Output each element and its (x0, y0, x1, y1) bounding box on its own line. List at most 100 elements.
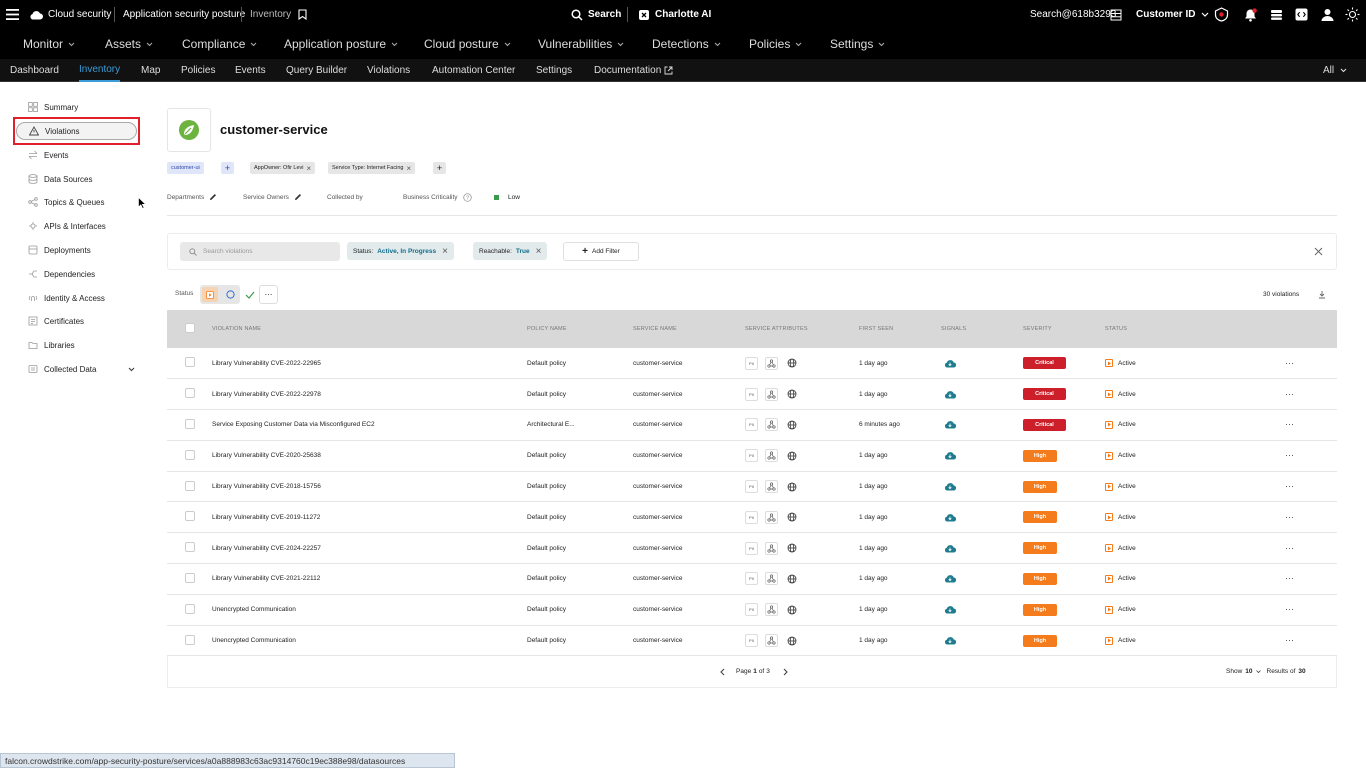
row-actions-button[interactable]: ⋯ (1285, 450, 1294, 460)
tab-automation-center[interactable]: Automation Center (432, 59, 515, 82)
tab-documentation[interactable]: Documentation (594, 59, 673, 82)
status-toggle-in-progress[interactable] (222, 287, 238, 302)
pii-attribute-icon[interactable]: PII (745, 449, 758, 463)
row-checkbox[interactable] (185, 634, 195, 645)
pii-attribute-icon[interactable]: PII (745, 387, 758, 401)
table-row[interactable]: Library Vulnerability CVE-2018-15756 Def… (167, 471, 1337, 502)
nav-policies[interactable]: Policies (749, 29, 802, 59)
close-icon[interactable]: × (536, 246, 542, 257)
pencil-icon[interactable] (294, 193, 302, 201)
column-header[interactable]: FIRST SEEN (859, 310, 941, 348)
row-actions-button[interactable]: ⋯ (1285, 512, 1294, 522)
tab-dashboard[interactable]: Dashboard (10, 59, 59, 82)
tab-map[interactable]: Map (141, 59, 160, 82)
tab-events[interactable]: Events (235, 59, 266, 82)
chevron-right-icon[interactable] (783, 668, 789, 676)
tag-chip-service-type[interactable]: Service Type: Internet Facing × (328, 162, 416, 174)
close-icon[interactable] (1314, 247, 1323, 256)
row-actions-button[interactable]: ⋯ (1285, 358, 1294, 368)
violation-name[interactable]: Library Vulnerability CVE-2022-22978 (212, 379, 527, 410)
row-checkbox[interactable] (185, 449, 195, 460)
table-row[interactable]: Library Vulnerability CVE-2024-22257 Def… (167, 533, 1337, 564)
bookmark-button[interactable] (298, 0, 307, 29)
network-attribute-icon[interactable] (765, 603, 778, 617)
pii-attribute-icon[interactable]: PII (745, 418, 758, 432)
add-filter-button[interactable]: + Add Filter (563, 242, 639, 261)
sidebar-item-deployments[interactable]: Deployments (28, 241, 91, 259)
sidebar-item-apis-interfaces[interactable]: APIs & Interfaces (28, 217, 106, 235)
help-icon[interactable]: ? (462, 192, 472, 202)
chevron-down-icon[interactable] (1255, 669, 1261, 674)
add-tag-button[interactable]: + (221, 162, 234, 174)
row-actions-button[interactable]: ⋯ (1285, 543, 1294, 553)
close-icon[interactable]: × (307, 164, 312, 173)
chevron-left-icon[interactable] (719, 668, 725, 676)
table-row[interactable]: Library Vulnerability CVE-2021-22112 Def… (167, 564, 1337, 595)
charlotte-ai-button[interactable]: Charlotte AI (638, 0, 711, 29)
nav-detections[interactable]: Detections (652, 29, 721, 59)
service-owners-field[interactable]: Service Owners (243, 192, 302, 202)
internet-facing-attribute-icon[interactable] (785, 541, 798, 555)
nav-vulnerabilities[interactable]: Vulnerabilities (538, 29, 624, 59)
violation-name[interactable]: Library Vulnerability CVE-2019-11272 (212, 502, 527, 533)
column-header[interactable]: STATUS (1105, 310, 1285, 348)
global-search-button[interactable]: Search (571, 0, 621, 29)
violation-name[interactable]: Unencrypted Communication (212, 625, 527, 656)
row-checkbox[interactable] (185, 572, 195, 583)
network-attribute-icon[interactable] (765, 634, 778, 648)
sidebar-item-certificates[interactable]: Certificates (28, 312, 84, 330)
menu-button[interactable] (6, 0, 19, 29)
column-header[interactable]: SERVICE ATTRIBUTES (745, 310, 859, 348)
theme-toggle-button[interactable] (1345, 0, 1360, 29)
column-header[interactable]: VIOLATION NAME (212, 310, 527, 348)
violation-name[interactable]: Library Vulnerability CVE-2018-15756 (212, 471, 527, 502)
row-checkbox[interactable] (185, 357, 195, 368)
column-header[interactable]: SERVICE NAME (633, 310, 745, 348)
table-row[interactable]: Service Exposing Customer Data via Misco… (167, 410, 1337, 441)
violation-name[interactable]: Library Vulnerability CVE-2022-22965 (212, 348, 527, 379)
row-actions-button[interactable]: ⋯ (1285, 604, 1294, 614)
row-checkbox[interactable] (185, 542, 195, 553)
cloud-signal-icon[interactable] (944, 512, 956, 523)
scope-dropdown[interactable]: All (1323, 59, 1347, 82)
tag-chip[interactable]: customer-ui (167, 162, 204, 174)
layout-button[interactable] (1110, 0, 1122, 29)
row-actions-button[interactable]: ⋯ (1285, 573, 1294, 583)
departments-field[interactable]: Departments (167, 192, 217, 202)
row-actions-button[interactable]: ⋯ (1285, 481, 1294, 491)
network-attribute-icon[interactable] (765, 356, 778, 370)
download-icon[interactable] (1318, 290, 1326, 299)
search-input[interactable]: Search violations (180, 242, 340, 261)
column-header[interactable]: POLICY NAME (527, 310, 633, 348)
page-size-dropdown[interactable]: 10 (1245, 668, 1252, 675)
column-header[interactable]: SIGNALS (941, 310, 1023, 348)
internet-facing-attribute-icon[interactable] (785, 634, 798, 648)
cloud-signal-icon[interactable] (944, 604, 956, 615)
network-attribute-icon[interactable] (765, 449, 778, 463)
status-toggle-active[interactable] (202, 287, 218, 302)
sidebar-item-events[interactable]: Events (28, 146, 68, 164)
table-row[interactable]: Library Vulnerability CVE-2022-22978 Def… (167, 379, 1337, 410)
table-row[interactable]: Library Vulnerability CVE-2019-11272 Def… (167, 502, 1337, 533)
sidebar-item-data-sources[interactable]: Data Sources (28, 170, 92, 188)
pii-attribute-icon[interactable]: PII (745, 356, 758, 370)
status-filter-chip[interactable]: Status: Active, In Progress × (347, 242, 454, 260)
table-row[interactable]: Unencrypted Communication Default policy… (167, 625, 1337, 656)
violation-name[interactable]: Unencrypted Communication (212, 594, 527, 625)
pii-attribute-icon[interactable]: PII (745, 541, 758, 555)
close-icon[interactable]: × (406, 164, 411, 173)
pii-attribute-icon[interactable]: PII (745, 572, 758, 586)
internet-facing-attribute-icon[interactable] (785, 356, 798, 370)
internet-facing-attribute-icon[interactable] (785, 449, 798, 463)
table-row[interactable]: Library Vulnerability CVE-2020-25638 Def… (167, 440, 1337, 472)
nav-application-posture[interactable]: Application posture (284, 29, 398, 59)
add-label-button[interactable]: + (433, 162, 446, 174)
sidebar-item-topics-queues[interactable]: Topics & Queues (28, 193, 104, 211)
cloud-signal-icon[interactable] (944, 450, 956, 461)
nav-cloud-posture[interactable]: Cloud posture (424, 29, 511, 59)
row-checkbox[interactable] (185, 603, 195, 614)
network-attribute-icon[interactable] (765, 418, 778, 432)
violation-name[interactable]: Library Vulnerability CVE-2020-25638 (212, 440, 527, 471)
internet-facing-attribute-icon[interactable] (785, 572, 798, 586)
pii-attribute-icon[interactable]: PII (745, 510, 758, 524)
